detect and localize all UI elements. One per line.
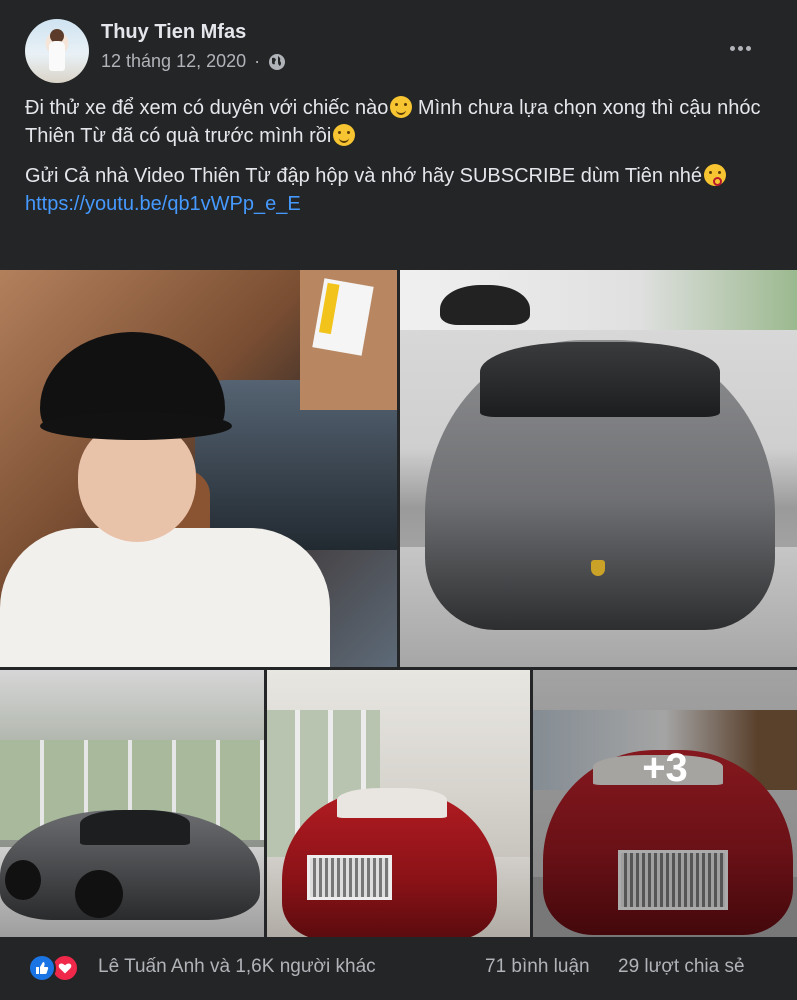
heart-icon — [58, 963, 72, 974]
grille — [307, 855, 392, 900]
post-meta: 12 tháng 12, 2020 · — [101, 51, 286, 72]
thumbs-up-icon — [36, 962, 49, 974]
post-text: Đi thử xe để xem có duyên với chiếc nào … — [25, 94, 775, 230]
photo-selfie-in-car[interactable] — [0, 270, 397, 667]
avatar-body — [49, 41, 65, 71]
comments-count[interactable]: 71 bình luận — [485, 956, 590, 978]
globe-icon — [269, 53, 286, 70]
reaction-icons[interactable] — [28, 954, 79, 982]
wheel — [75, 870, 123, 918]
post-header: Thuy Tien Mfas 12 tháng 12, 2020 · — [0, 0, 797, 88]
more-photos-count: +3 — [642, 746, 688, 790]
more-options-button[interactable] — [720, 30, 760, 66]
hat-brim — [40, 412, 232, 440]
face — [78, 422, 196, 542]
car-windows — [80, 810, 190, 845]
post-paragraph-2: Gửi Cả nhà Video Thiên Từ đập hộp và nhớ… — [25, 162, 775, 218]
smirk-emoji-icon — [333, 124, 356, 146]
like-icon — [28, 954, 56, 982]
post-text-line1a: Đi thử xe để xem có duyên với chiếc nào — [25, 97, 389, 119]
more-photos-overlay[interactable]: +3 — [533, 670, 797, 937]
photo-red-rolls-royce-front[interactable]: +3 — [533, 670, 797, 937]
author-avatar[interactable] — [25, 19, 89, 83]
shares-count[interactable]: 29 lượt chia sẻ — [618, 956, 745, 978]
post-footer: Lê Tuấn Anh và 1,6K người khác 71 bình l… — [0, 940, 797, 1000]
post-paragraph-1: Đi thử xe để xem có duyên với chiếc nào … — [25, 94, 775, 150]
smiling-emoji-icon — [390, 96, 413, 118]
youtube-link[interactable]: https://youtu.be/qb1vWPp_e_E — [25, 193, 301, 215]
meta-separator: · — [254, 51, 261, 71]
reaction-summary[interactable]: Lê Tuấn Anh và 1,6K người khác — [98, 956, 376, 978]
more-dot — [737, 45, 743, 51]
more-dot — [745, 45, 751, 51]
post-text-line2: Gửi Cả nhà Video Thiên Từ đập hộp và nhớ… — [25, 165, 702, 187]
post-date[interactable]: 12 tháng 12, 2020 — [101, 51, 246, 72]
wheel — [5, 860, 41, 900]
photo-grey-lamborghini-front[interactable] — [400, 270, 797, 667]
windshield — [337, 788, 447, 818]
windshield — [480, 342, 720, 417]
background-car — [440, 285, 530, 325]
photo-red-rolls-royce[interactable] — [267, 670, 530, 937]
lamborghini-badge-icon — [591, 560, 605, 576]
white-cardigan — [0, 528, 330, 667]
photo-grid: +3 — [0, 270, 797, 937]
more-horizontal-icon — [729, 45, 735, 51]
author-name[interactable]: Thuy Tien Mfas — [101, 21, 246, 44]
kiss-emoji-icon — [703, 164, 726, 186]
photo-lamborghini-side[interactable] — [0, 670, 264, 937]
